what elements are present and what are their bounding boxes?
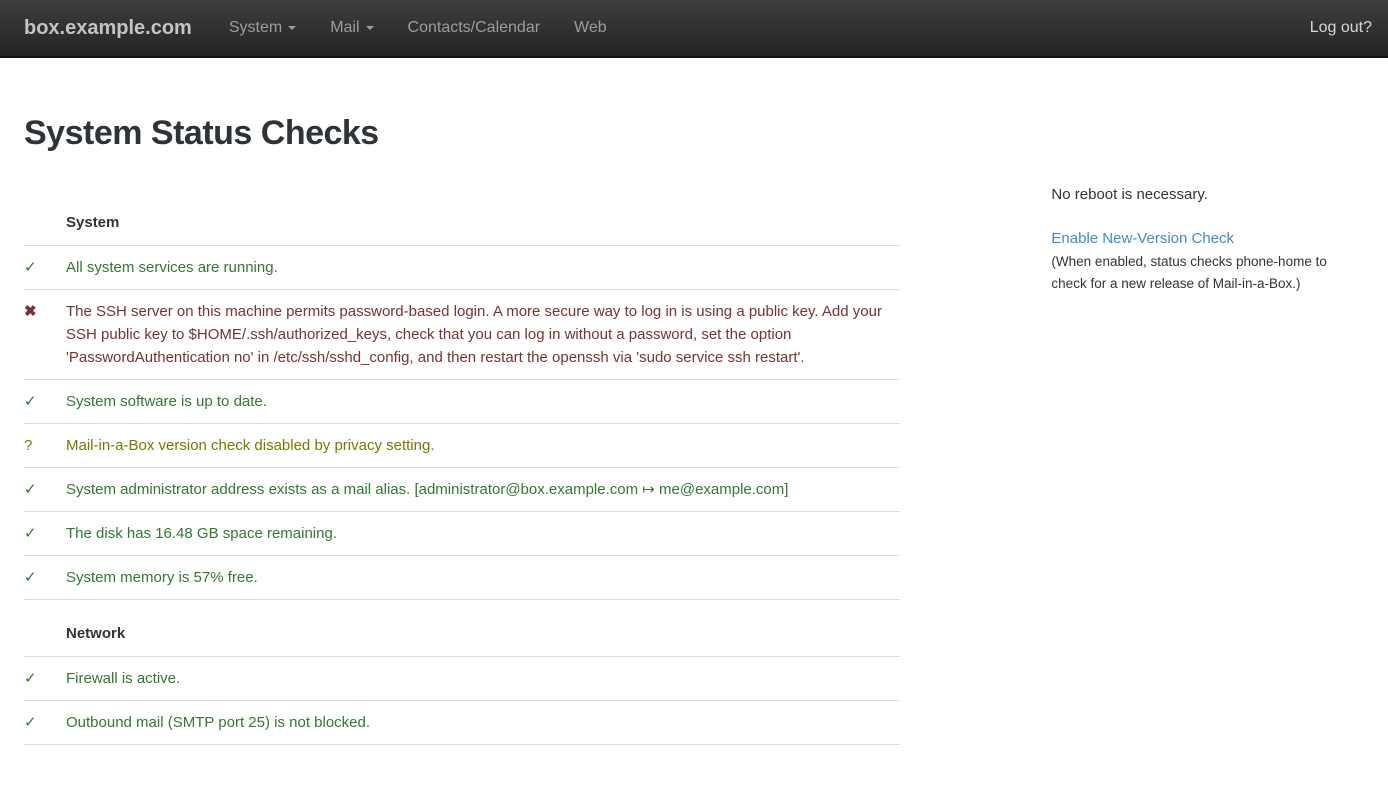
check-icon: ✓	[24, 701, 66, 745]
status-checks-panel: System ✓ All system services are running…	[24, 153, 900, 745]
logout-link[interactable]: Log out?	[1310, 19, 1372, 36]
version-check-block: Enable New-Version Check (When enabled, …	[1051, 230, 1364, 295]
status-check-row: ✓ System administrator address exists as…	[24, 468, 900, 512]
sidebar-panel: No reboot is necessary. Enable New-Versi…	[1051, 153, 1364, 295]
section-heading-network: Network	[66, 600, 900, 657]
page-container: System Status Checks System ✓ All system…	[0, 114, 1388, 745]
system-checks-table: System ✓ All system services are running…	[24, 189, 900, 745]
caret-down-icon	[288, 26, 296, 30]
nav-item-web[interactable]: Web	[557, 0, 624, 56]
nav-item-system-label: System	[229, 0, 282, 56]
error-x-icon: ✖	[24, 290, 66, 380]
nav-item-system[interactable]: System	[212, 0, 313, 56]
nav-item-web-label: Web	[574, 0, 607, 56]
check-icon: ✓	[24, 512, 66, 556]
nav-item-contacts-calendar-label: Contacts/Calendar	[408, 0, 541, 56]
check-icon: ✓	[24, 246, 66, 290]
top-navbar: box.example.com System Mail Contacts/Cal…	[0, 0, 1388, 58]
status-check-row: ? Mail-in-a-Box version check disabled b…	[24, 424, 900, 468]
nav-item-contacts-calendar[interactable]: Contacts/Calendar	[391, 0, 558, 56]
status-check-text: System memory is 57% free.	[66, 556, 900, 600]
status-check-text: System administrator address exists as a…	[66, 468, 900, 512]
page-title: System Status Checks	[24, 114, 1364, 153]
nav-item-mail[interactable]: Mail	[313, 0, 390, 56]
navbar-brand[interactable]: box.example.com	[0, 0, 192, 56]
status-check-row: ✓ Outbound mail (SMTP port 25) is not bl…	[24, 701, 900, 745]
status-check-row: ✓ Firewall is active.	[24, 657, 900, 701]
status-check-row: ✓ All system services are running.	[24, 246, 900, 290]
check-icon: ✓	[24, 556, 66, 600]
enable-new-version-check-link[interactable]: Enable New-Version Check	[1051, 230, 1234, 247]
check-icon: ✓	[24, 380, 66, 424]
navbar-menu: System Mail Contacts/Calendar Web	[212, 0, 624, 56]
status-check-row: ✓ System memory is 57% free.	[24, 556, 900, 600]
caret-down-icon	[366, 26, 374, 30]
status-check-text: All system services are running.	[66, 246, 900, 290]
section-heading-system: System	[66, 189, 900, 246]
check-icon: ✓	[24, 468, 66, 512]
nav-item-mail-label: Mail	[330, 0, 359, 56]
status-check-row: ✖ The SSH server on this machine permits…	[24, 290, 900, 380]
status-check-text: Mail-in-a-Box version check disabled by …	[66, 424, 900, 468]
question-mark-icon: ?	[24, 424, 66, 468]
status-check-text: Outbound mail (SMTP port 25) is not bloc…	[66, 701, 900, 745]
content-row: System ✓ All system services are running…	[24, 153, 1364, 745]
status-check-text: System software is up to date.	[66, 380, 900, 424]
status-check-text: Firewall is active.	[66, 657, 900, 701]
version-check-note: (When enabled, status checks phone-home …	[1051, 251, 1364, 295]
section-heading-row: System	[24, 189, 900, 246]
status-check-text: The disk has 16.48 GB space remaining.	[66, 512, 900, 556]
status-check-text: The SSH server on this machine permits p…	[66, 290, 900, 380]
status-check-row: ✓ System software is up to date.	[24, 380, 900, 424]
reboot-status-text: No reboot is necessary.	[1051, 186, 1364, 203]
navbar-right: Log out?	[1310, 0, 1388, 56]
status-check-row: ✓ The disk has 16.48 GB space remaining.	[24, 512, 900, 556]
section-heading-row: Network	[24, 600, 900, 657]
check-icon: ✓	[24, 657, 66, 701]
